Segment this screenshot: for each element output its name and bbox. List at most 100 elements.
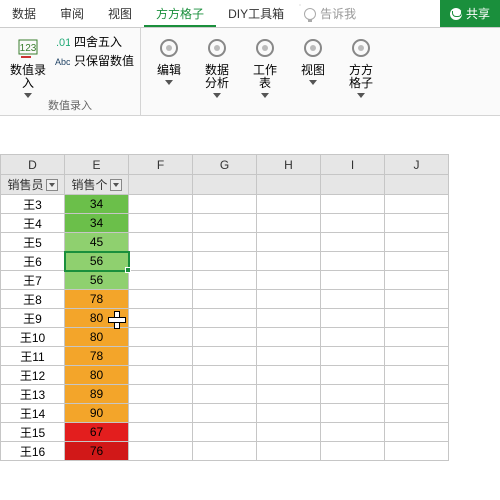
table-row[interactable]: 王1490 <box>1 404 449 423</box>
tool-编辑-button[interactable]: 编辑 <box>147 32 191 113</box>
cell-empty[interactable] <box>257 328 321 347</box>
cell-empty[interactable] <box>129 290 193 309</box>
grid[interactable]: DEFGHIJ 销售员 销售个 王334王434王545王656王756王878… <box>0 154 449 461</box>
column-header[interactable]: D <box>1 155 65 175</box>
column-header[interactable]: E <box>65 155 129 175</box>
cell-empty[interactable] <box>321 404 385 423</box>
cell-empty[interactable] <box>321 271 385 290</box>
cell-empty[interactable] <box>385 404 449 423</box>
cell-empty[interactable] <box>193 404 257 423</box>
cell-empty[interactable] <box>385 233 449 252</box>
cell-salescount[interactable]: 80 <box>65 328 129 347</box>
cell-empty[interactable] <box>385 271 449 290</box>
cell-empty[interactable] <box>129 214 193 233</box>
table-row[interactable]: 王1080 <box>1 328 449 347</box>
cell-empty[interactable] <box>129 271 193 290</box>
cell-empty[interactable] <box>129 309 193 328</box>
cell-salescount[interactable]: 34 <box>65 195 129 214</box>
cell-salesperson[interactable]: 王3 <box>1 195 65 214</box>
table-row[interactable]: 王1280 <box>1 366 449 385</box>
cell-empty[interactable] <box>193 252 257 271</box>
cell-empty[interactable] <box>257 385 321 404</box>
column-header[interactable]: F <box>129 155 193 175</box>
cell-empty[interactable] <box>129 233 193 252</box>
tool-工作表-button[interactable]: 工作表 <box>243 32 287 113</box>
cell-empty[interactable] <box>385 214 449 233</box>
table-row[interactable]: 王1567 <box>1 423 449 442</box>
cell-salescount[interactable]: 67 <box>65 423 129 442</box>
table-row[interactable]: 王656 <box>1 252 449 271</box>
cell-salesperson[interactable]: 王14 <box>1 404 65 423</box>
tool-视图-button[interactable]: 视图 <box>291 32 335 113</box>
cell-empty[interactable] <box>321 214 385 233</box>
tab-diy[interactable]: DIY工具箱 <box>216 0 296 27</box>
tab-fangfang[interactable]: 方方格子 <box>144 0 216 27</box>
cell-empty[interactable] <box>129 195 193 214</box>
table-row[interactable]: 王334 <box>1 195 449 214</box>
cell-salesperson[interactable]: 王4 <box>1 214 65 233</box>
table-row[interactable]: 王1676 <box>1 442 449 461</box>
cell-empty[interactable] <box>129 366 193 385</box>
table-row[interactable]: 王434 <box>1 214 449 233</box>
cell-empty[interactable] <box>257 195 321 214</box>
cell-salescount[interactable]: 78 <box>65 347 129 366</box>
cell-empty[interactable] <box>257 233 321 252</box>
cell-empty[interactable] <box>321 366 385 385</box>
cell-empty[interactable] <box>385 385 449 404</box>
cell-empty[interactable] <box>129 328 193 347</box>
column-header[interactable]: H <box>257 155 321 175</box>
table-row[interactable]: 王1178 <box>1 347 449 366</box>
cell-empty[interactable] <box>129 404 193 423</box>
cell-empty[interactable] <box>385 423 449 442</box>
column-header[interactable]: I <box>321 155 385 175</box>
cell-empty[interactable] <box>257 404 321 423</box>
tool-方方格子-button[interactable]: 方方格子 <box>339 32 383 113</box>
cell-empty[interactable] <box>257 347 321 366</box>
cell-empty[interactable] <box>193 366 257 385</box>
cell-empty[interactable] <box>385 442 449 461</box>
spreadsheet[interactable]: DEFGHIJ 销售员 销售个 王334王434王545王656王756王878… <box>0 154 500 461</box>
cell-salesperson[interactable]: 王10 <box>1 328 65 347</box>
cell-salesperson[interactable]: 王7 <box>1 271 65 290</box>
cell-salescount[interactable]: 80 <box>65 366 129 385</box>
cell-salescount[interactable]: 89 <box>65 385 129 404</box>
cell-salescount[interactable]: 76 <box>65 442 129 461</box>
cell-empty[interactable] <box>257 214 321 233</box>
tab-data[interactable]: 数据 <box>0 0 48 27</box>
round-button[interactable]: .01 四舍五入 <box>54 34 134 50</box>
table-row[interactable]: 王756 <box>1 271 449 290</box>
share-button[interactable]: 共享 <box>440 0 500 27</box>
cell-empty[interactable] <box>193 233 257 252</box>
cell-empty[interactable] <box>385 195 449 214</box>
cell-salescount[interactable]: 56 <box>65 271 129 290</box>
tool-数据分析-button[interactable]: 数据分析 <box>195 32 239 113</box>
cell-salesperson[interactable]: 王5 <box>1 233 65 252</box>
tab-review[interactable]: 审阅 <box>48 0 96 27</box>
selection-handle[interactable] <box>125 267 131 273</box>
cell-empty[interactable] <box>257 366 321 385</box>
cell-salescount[interactable]: 80 <box>65 309 129 328</box>
cell-empty[interactable] <box>193 347 257 366</box>
cell-empty[interactable] <box>257 442 321 461</box>
column-header[interactable]: G <box>193 155 257 175</box>
cell-empty[interactable] <box>385 366 449 385</box>
cell-empty[interactable] <box>193 309 257 328</box>
cell-empty[interactable] <box>321 195 385 214</box>
cell-salesperson[interactable]: 王15 <box>1 423 65 442</box>
cell-salesperson[interactable]: 王16 <box>1 442 65 461</box>
cell-empty[interactable] <box>193 385 257 404</box>
cell-empty[interactable] <box>321 290 385 309</box>
cell-salescount[interactable]: 45 <box>65 233 129 252</box>
filter-icon[interactable] <box>110 179 122 191</box>
cell-empty[interactable] <box>321 347 385 366</box>
cell-empty[interactable] <box>321 442 385 461</box>
cell-empty[interactable] <box>129 347 193 366</box>
filter-icon[interactable] <box>46 179 58 191</box>
cell-salescount[interactable]: 78 <box>65 290 129 309</box>
cell-salesperson[interactable]: 王9 <box>1 309 65 328</box>
column-header[interactable]: J <box>385 155 449 175</box>
cell-empty[interactable] <box>257 290 321 309</box>
cell-empty[interactable] <box>385 252 449 271</box>
cell-empty[interactable] <box>193 214 257 233</box>
cell-empty[interactable] <box>321 328 385 347</box>
